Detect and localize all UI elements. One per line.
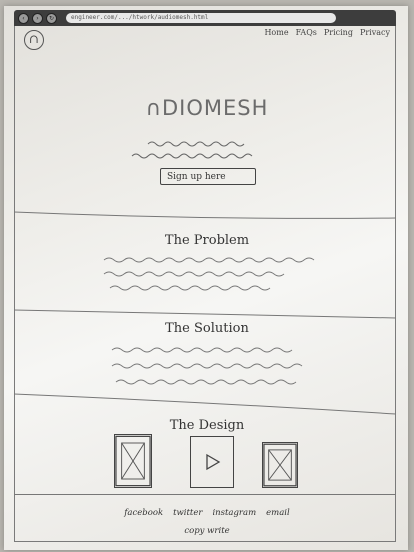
footer-divider — [14, 494, 396, 495]
refresh-icon[interactable]: ↻ — [46, 12, 57, 24]
design-image-placeholder — [262, 442, 298, 488]
footer-link-email[interactable]: email — [266, 508, 290, 518]
footer-links: facebook twitter instagram email — [0, 508, 414, 518]
back-icon[interactable]: ‹ — [18, 12, 29, 24]
problem-title: The Problem — [164, 233, 250, 248]
play-icon[interactable] — [191, 437, 233, 487]
signup-button[interactable]: Sign up here — [160, 168, 256, 185]
design-video-placeholder — [190, 436, 234, 488]
copyright-text: copy write — [184, 526, 230, 536]
footer-link-facebook[interactable]: facebook — [124, 508, 163, 518]
nav-privacy[interactable]: Privacy — [360, 28, 390, 37]
footer-link-instagram[interactable]: instagram — [212, 508, 256, 518]
address-bar[interactable]: engineer.com/.../htwork/audiomesh.html — [66, 13, 336, 23]
solution-text-placeholder — [111, 347, 303, 385]
design-title: The Design — [169, 418, 245, 433]
nav-pricing[interactable]: Pricing — [324, 28, 353, 37]
site-logo[interactable]: ∩ — [24, 30, 44, 50]
section-divider — [14, 309, 396, 319]
browser-toolbar: ‹ › ↻ engineer.com/.../htwork/audiomesh.… — [14, 10, 396, 26]
nav-faqs[interactable]: FAQs — [296, 28, 317, 37]
problem-text-placeholder — [103, 257, 315, 291]
solution-title: The Solution — [165, 321, 249, 336]
brand-title: ∩DIOMESH — [145, 96, 269, 120]
main-nav: Home FAQs Pricing Privacy — [264, 28, 390, 37]
nav-home[interactable]: Home — [264, 28, 288, 37]
section-divider — [14, 211, 396, 219]
section-divider — [14, 393, 396, 415]
design-image-placeholder — [114, 434, 152, 488]
forward-icon[interactable]: › — [32, 12, 43, 24]
hero-text-placeholder — [131, 141, 253, 159]
footer-link-twitter[interactable]: twitter — [173, 508, 202, 518]
